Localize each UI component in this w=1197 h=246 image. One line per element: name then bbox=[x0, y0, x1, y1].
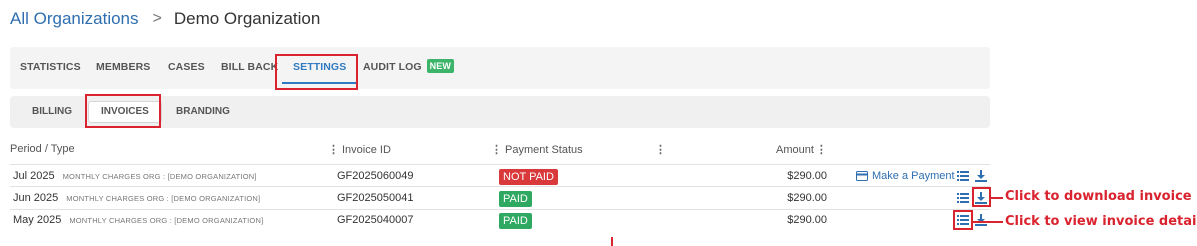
header-invoice-id-label: Invoice ID bbox=[342, 144, 391, 156]
breadcrumb-all-organizations[interactable]: All Organizations bbox=[10, 9, 139, 29]
period-value: Jun 2025 bbox=[13, 192, 59, 204]
invoice-type: MONTHLY CHARGES ORG : [DEMO ORGANIZATION… bbox=[69, 216, 264, 225]
header-period-type[interactable]: Period / Type bbox=[10, 143, 75, 155]
settings-highlight-box bbox=[275, 54, 358, 90]
download-callout-text: Click to download invoice bbox=[1005, 189, 1192, 204]
download-highlight-box bbox=[972, 187, 991, 207]
annotation-mark bbox=[611, 237, 613, 246]
subtab-billing[interactable]: BILLING bbox=[32, 102, 72, 122]
breadcrumb: All Organizations > Demo Organization bbox=[10, 9, 320, 29]
new-badge: NEW bbox=[426, 59, 454, 73]
breadcrumb-separator: > bbox=[152, 10, 162, 27]
header-payment-status-label: Payment Status bbox=[505, 144, 583, 156]
row-3-amount: $290.00 bbox=[787, 214, 827, 226]
row-2-invoice-id: GF2025050041 bbox=[337, 192, 414, 204]
column-resize-icon[interactable]: ⋮ bbox=[328, 144, 339, 156]
column-resize-icon[interactable]: ⋮ bbox=[491, 144, 502, 156]
period-value: May 2025 bbox=[13, 214, 62, 226]
tab-cases[interactable]: CASES bbox=[168, 47, 205, 89]
view-details-icon[interactable] bbox=[957, 192, 969, 204]
row-1-amount: $290.00 bbox=[787, 170, 827, 182]
column-resize-handle[interactable]: ⋮ bbox=[655, 143, 669, 156]
view-details-icon[interactable] bbox=[957, 170, 969, 182]
invoices-highlight-box bbox=[85, 94, 161, 128]
row-2-period: Jun 2025 MONTHLY CHARGES ORG : [DEMO ORGA… bbox=[13, 192, 260, 204]
subtab-branding[interactable]: BRANDING bbox=[176, 102, 230, 122]
row-divider bbox=[10, 186, 990, 187]
invoice-type: MONTHLY CHARGES ORG : [DEMO ORGANIZATION… bbox=[66, 194, 261, 203]
download-callout-arrow bbox=[991, 197, 1003, 199]
header-amount[interactable]: Amount ⋮ bbox=[776, 143, 830, 156]
row-1-period: Jul 2025 MONTHLY CHARGES ORG : [DEMO ORGA… bbox=[13, 170, 257, 182]
download-icon[interactable] bbox=[975, 214, 987, 226]
make-payment-link[interactable]: Make a Payment bbox=[856, 170, 955, 182]
column-resize-icon: ⋮ bbox=[655, 144, 666, 156]
main-tab-bar: STATISTICS MEMBERS CASES BILL BACK SETTI… bbox=[10, 47, 990, 89]
tab-statistics[interactable]: STATISTICS bbox=[20, 47, 81, 89]
details-callout-arrow bbox=[973, 221, 1003, 223]
tab-members[interactable]: MEMBERS bbox=[96, 47, 150, 89]
header-divider bbox=[10, 164, 990, 165]
row-divider bbox=[10, 209, 990, 210]
details-highlight-box bbox=[953, 210, 973, 230]
make-payment-label: Make a Payment bbox=[872, 170, 955, 182]
tab-bill-back[interactable]: BILL BACK bbox=[221, 47, 278, 89]
tab-audit-log[interactable]: AUDIT LOG NEW bbox=[363, 47, 454, 89]
download-icon[interactable] bbox=[975, 170, 987, 182]
column-resize-icon[interactable]: ⋮ bbox=[816, 144, 827, 156]
header-amount-label: Amount bbox=[776, 144, 814, 156]
credit-card-icon bbox=[856, 171, 868, 181]
row-3-invoice-id: GF2025040007 bbox=[337, 214, 414, 226]
header-payment-status[interactable]: ⋮ Payment Status bbox=[491, 143, 583, 156]
details-callout-text: Click to view invoice details bbox=[1005, 214, 1197, 229]
status-badge-paid: PAID bbox=[499, 191, 532, 207]
row-2-amount: $290.00 bbox=[787, 192, 827, 204]
invoice-type: MONTHLY CHARGES ORG : [DEMO ORGANIZATION… bbox=[62, 172, 257, 181]
period-value: Jul 2025 bbox=[13, 170, 55, 182]
tab-audit-log-label: AUDIT LOG bbox=[363, 61, 422, 73]
status-badge-not-paid: NOT PAID bbox=[499, 169, 558, 185]
breadcrumb-current: Demo Organization bbox=[173, 9, 321, 28]
row-3-period: May 2025 MONTHLY CHARGES ORG : [DEMO ORGA… bbox=[13, 214, 263, 226]
row-1-invoice-id: GF2025060049 bbox=[337, 170, 414, 182]
header-invoice-id[interactable]: ⋮ Invoice ID bbox=[328, 143, 391, 156]
status-badge-paid: PAID bbox=[499, 213, 532, 229]
